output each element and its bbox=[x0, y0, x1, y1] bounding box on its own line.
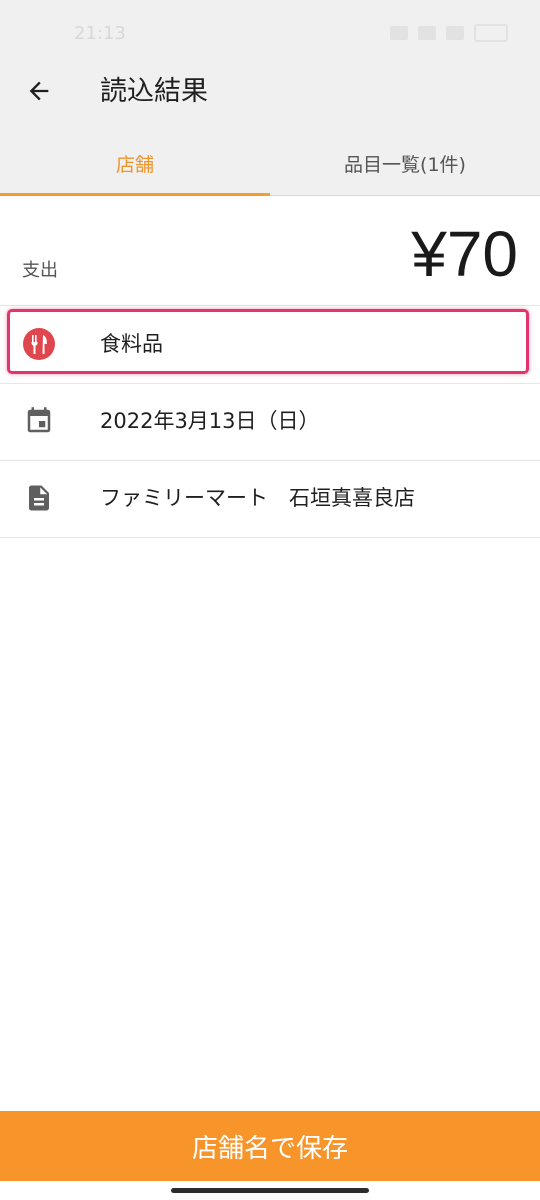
signal-icon bbox=[418, 26, 436, 40]
date-row[interactable]: 2022年3月13日（日） bbox=[0, 383, 540, 461]
store-name-label: ファミリーマート 石垣真喜良店 bbox=[100, 486, 415, 510]
category-label: 食料品 bbox=[100, 332, 163, 356]
amount-row[interactable]: 支出 ¥70 bbox=[0, 196, 540, 306]
status-bar: 21:13 bbox=[0, 0, 540, 52]
transaction-type-label: 支出 bbox=[22, 260, 58, 281]
gesture-nav-handle[interactable] bbox=[171, 1188, 369, 1193]
save-with-store-name-button[interactable]: 店舗名で保存 bbox=[0, 1111, 540, 1181]
arrow-left-icon bbox=[29, 81, 49, 101]
bluetooth-icon bbox=[390, 26, 408, 40]
fork-knife-icon bbox=[22, 327, 56, 361]
status-time: 21:13 bbox=[74, 23, 126, 44]
document-icon bbox=[22, 481, 56, 515]
tab-item-list[interactable]: 品目一覧(1件) bbox=[270, 132, 540, 195]
app-bar: 読込結果 bbox=[0, 52, 540, 132]
category-row[interactable]: 食料品 bbox=[0, 306, 540, 384]
page-title: 読込結果 bbox=[100, 76, 208, 107]
status-icons bbox=[390, 24, 508, 42]
amount-value: ¥70 bbox=[411, 218, 518, 290]
store-row[interactable]: ファミリーマート 石垣真喜良店 bbox=[0, 460, 540, 538]
wifi-icon bbox=[446, 26, 464, 40]
calendar-icon bbox=[22, 404, 56, 438]
back-button[interactable] bbox=[22, 74, 56, 108]
battery-icon bbox=[474, 24, 508, 42]
date-label: 2022年3月13日（日） bbox=[100, 409, 320, 433]
tab-store[interactable]: 店舗 bbox=[0, 132, 270, 196]
tab-bar: 店舗 品目一覧(1件) bbox=[0, 132, 540, 196]
